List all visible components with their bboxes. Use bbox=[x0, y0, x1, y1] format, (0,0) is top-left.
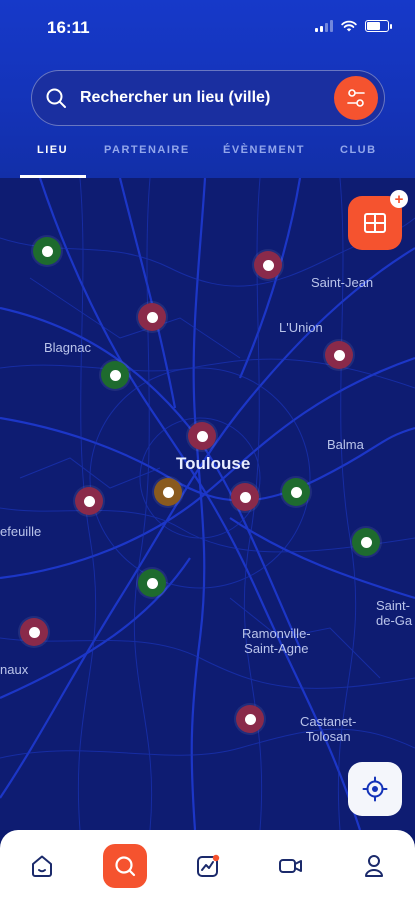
map-pin-red[interactable] bbox=[236, 705, 264, 733]
tab-lieu[interactable]: LIEU bbox=[37, 144, 68, 156]
search-input[interactable]: Rechercher un lieu (ville) bbox=[80, 89, 270, 107]
battery-icon bbox=[365, 20, 392, 32]
tab-club[interactable]: CLUB bbox=[340, 144, 377, 156]
header: 16:11 Rechercher un lieu (ville) LIEU PA… bbox=[0, 0, 415, 178]
pin-dot bbox=[146, 577, 158, 589]
grid-icon bbox=[364, 213, 386, 233]
filter-button[interactable] bbox=[334, 76, 378, 120]
map-pin-green[interactable] bbox=[138, 569, 166, 597]
map-pin-red[interactable] bbox=[138, 303, 166, 331]
map-pin-red[interactable] bbox=[231, 483, 259, 511]
pin-dot bbox=[196, 430, 208, 442]
pin-dot bbox=[41, 245, 53, 257]
home-icon bbox=[32, 855, 52, 877]
map-label-ramonville: Ramonville- Saint-Agne bbox=[242, 626, 311, 656]
pin-dot bbox=[109, 369, 121, 381]
pin-dot bbox=[239, 491, 251, 503]
map-pin-red[interactable] bbox=[254, 251, 282, 279]
pin-dot bbox=[162, 486, 174, 498]
pin-dot bbox=[262, 259, 274, 271]
map-label-saint-orens: Saint- de-Ga bbox=[376, 598, 413, 628]
tab-evenement[interactable]: ÉVÈNEMENT bbox=[223, 144, 305, 156]
map-pin-red[interactable] bbox=[188, 422, 216, 450]
plus-icon: + bbox=[390, 190, 408, 208]
nav-home[interactable] bbox=[20, 844, 64, 888]
map-label-blagnac: Blagnac bbox=[44, 340, 91, 355]
status-bar: 16:11 bbox=[0, 0, 415, 56]
sliders-icon bbox=[347, 89, 365, 107]
map-pin-red[interactable] bbox=[325, 341, 353, 369]
nav-video[interactable] bbox=[269, 844, 313, 888]
map-pin-green[interactable] bbox=[282, 478, 310, 506]
add-grid-button[interactable]: + bbox=[348, 190, 408, 250]
location-target-icon bbox=[362, 776, 388, 802]
nav-activity[interactable] bbox=[186, 844, 230, 888]
map-label-portet: naux bbox=[0, 662, 29, 677]
map-label-toulouse: Toulouse bbox=[176, 454, 251, 473]
map-pin-green[interactable] bbox=[352, 528, 380, 556]
map-pin-green[interactable] bbox=[101, 361, 129, 389]
map-pin-red[interactable] bbox=[20, 618, 48, 646]
pin-dot bbox=[333, 349, 345, 361]
profile-icon bbox=[365, 855, 383, 877]
map-label-balma: Balma bbox=[327, 437, 364, 452]
tab-active-indicator bbox=[20, 175, 86, 178]
map-pin-brown[interactable] bbox=[154, 478, 182, 506]
notification-dot bbox=[212, 854, 220, 862]
locate-button[interactable] bbox=[348, 762, 402, 816]
map-label-lunion: L'Union bbox=[279, 320, 323, 335]
pin-dot bbox=[290, 486, 302, 498]
map-pin-green[interactable] bbox=[33, 237, 61, 265]
video-icon bbox=[279, 859, 302, 873]
map-label-castanet: Castanet- Tolosan bbox=[300, 714, 357, 744]
search-icon bbox=[115, 856, 136, 877]
pin-dot bbox=[28, 626, 40, 638]
signal-icon bbox=[315, 20, 333, 32]
search-icon bbox=[46, 88, 66, 108]
nav-search[interactable] bbox=[103, 844, 147, 888]
map-label-colomiers: efeuille bbox=[0, 524, 42, 539]
pin-dot bbox=[244, 713, 256, 725]
pin-dot bbox=[83, 495, 95, 507]
map-view[interactable]: Saint-Jean L'Union Blagnac Balma Toulous… bbox=[0, 178, 415, 830]
pin-dot bbox=[360, 536, 372, 548]
status-time: 16:11 bbox=[47, 18, 90, 37]
search-bar[interactable]: Rechercher un lieu (ville) bbox=[31, 70, 385, 126]
activity-icon bbox=[197, 854, 220, 877]
tab-bar: LIEU PARTENAIRE ÉVÈNEMENT CLUB bbox=[0, 138, 415, 178]
map-label-saint-jean: Saint-Jean bbox=[311, 275, 374, 290]
pin-dot bbox=[146, 311, 158, 323]
map-pin-red[interactable] bbox=[75, 487, 103, 515]
wifi-icon bbox=[341, 20, 357, 32]
nav-profile[interactable] bbox=[352, 844, 396, 888]
status-icons bbox=[315, 20, 392, 32]
bottom-nav bbox=[0, 830, 415, 900]
tab-partenaire[interactable]: PARTENAIRE bbox=[104, 144, 190, 156]
